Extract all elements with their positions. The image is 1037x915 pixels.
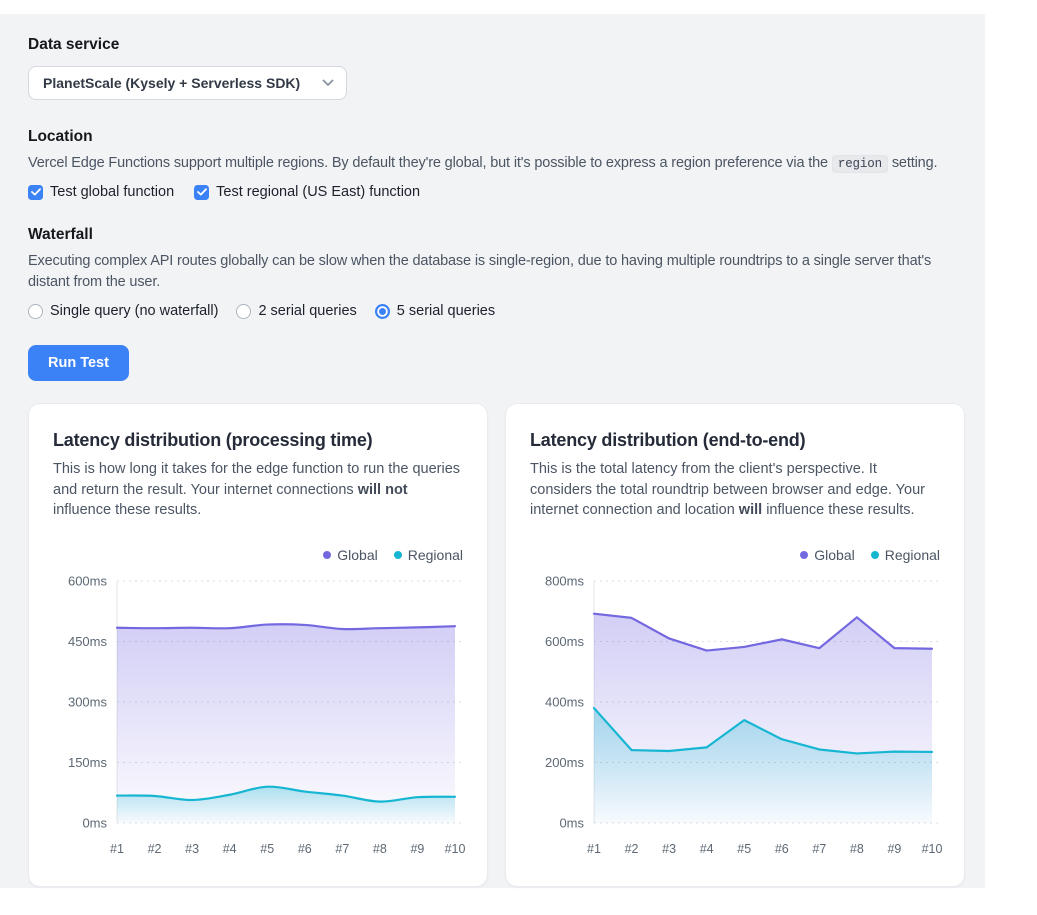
legend-item-global: Global (800, 547, 854, 563)
svg-text:#8: #8 (373, 842, 387, 856)
results-cards: Latency distribution (processing time) T… (28, 403, 957, 887)
processing-time-card: Latency distribution (processing time) T… (28, 403, 488, 887)
svg-text:#8: #8 (850, 842, 864, 856)
region-code-chip: region (832, 155, 888, 173)
legend-item-regional: Regional (871, 547, 940, 563)
svg-text:#7: #7 (335, 842, 349, 856)
end-to-end-chart: 0ms 200ms 400ms 600ms 800ms #1 #2 #3 #4 #5 #6 #7 #8 #… (530, 567, 942, 867)
run-test-button[interactable]: Run Test (28, 345, 129, 381)
svg-text:#4: #4 (700, 842, 714, 856)
waterfall-radio-group: Single query (no waterfall) 2 serial que… (28, 303, 957, 319)
svg-text:200ms: 200ms (545, 755, 585, 770)
svg-text:#6: #6 (298, 842, 312, 856)
svg-text:#5: #5 (737, 842, 751, 856)
svg-text:300ms: 300ms (68, 694, 108, 709)
svg-text:#1: #1 (587, 842, 601, 856)
location-description: Vercel Edge Functions support multiple r… (28, 153, 957, 174)
svg-text:#2: #2 (148, 842, 162, 856)
latency-test-panel: Data service PlanetScale (Kysely + Serve… (0, 14, 985, 888)
radio-icon (28, 304, 43, 319)
chart-legend: Global Regional (530, 547, 940, 563)
svg-text:#5: #5 (260, 842, 274, 856)
svg-text:#1: #1 (110, 842, 124, 856)
radio-label: 5 serial queries (397, 303, 495, 319)
svg-text:#6: #6 (775, 842, 789, 856)
location-section: Location Vercel Edge Functions support m… (28, 128, 957, 200)
svg-text:#4: #4 (223, 842, 237, 856)
data-service-selected-value: PlanetScale (Kysely + Serverless SDK) (43, 75, 300, 91)
svg-text:800ms: 800ms (545, 573, 585, 588)
checkbox-label: Test regional (US East) function (216, 184, 420, 200)
chevron-down-icon (322, 74, 334, 92)
card-title: Latency distribution (processing time) (53, 430, 463, 451)
svg-text:#3: #3 (185, 842, 199, 856)
svg-text:#7: #7 (812, 842, 826, 856)
radio-icon (236, 304, 251, 319)
checkmark-icon (194, 185, 209, 200)
svg-text:0ms: 0ms (559, 815, 584, 830)
checkbox-test-global-function[interactable]: Test global function (28, 184, 174, 200)
data-service-section: Data service PlanetScale (Kysely + Serve… (28, 36, 957, 128)
waterfall-heading: Waterfall (28, 226, 957, 244)
svg-text:#10: #10 (445, 842, 465, 856)
svg-text:#10: #10 (922, 842, 942, 856)
radio-2-serial-queries[interactable]: 2 serial queries (236, 303, 356, 319)
svg-text:150ms: 150ms (68, 755, 108, 770)
svg-text:400ms: 400ms (545, 694, 585, 709)
waterfall-description: Executing complex API routes globally ca… (28, 251, 957, 293)
radio-5-serial-queries[interactable]: 5 serial queries (375, 303, 495, 319)
chart-legend: Global Regional (53, 547, 463, 563)
radio-selected-icon (375, 304, 390, 319)
svg-text:600ms: 600ms (68, 573, 108, 588)
location-heading: Location (28, 128, 957, 146)
processing-time-chart: 0ms 150ms 300ms 450ms 600ms #1 #2 #3 #4 #5 #6 #7 #8 #… (53, 567, 465, 867)
svg-text:0ms: 0ms (82, 815, 107, 830)
svg-text:600ms: 600ms (545, 634, 585, 649)
data-service-heading: Data service (28, 36, 957, 54)
regional-series-dot-icon (871, 551, 879, 559)
radio-label: 2 serial queries (258, 303, 356, 319)
checkmark-icon (28, 185, 43, 200)
svg-text:#2: #2 (625, 842, 639, 856)
svg-text:#3: #3 (662, 842, 676, 856)
card-description: This is the total latency from the clien… (530, 459, 940, 521)
global-series-dot-icon (800, 551, 808, 559)
card-title: Latency distribution (end-to-end) (530, 430, 940, 451)
checkbox-label: Test global function (50, 184, 174, 200)
data-service-select[interactable]: PlanetScale (Kysely + Serverless SDK) (28, 66, 347, 100)
radio-label: Single query (no waterfall) (50, 303, 218, 319)
svg-text:#9: #9 (410, 842, 424, 856)
location-checkbox-group: Test global function Test regional (US E… (28, 184, 957, 200)
svg-text:450ms: 450ms (68, 634, 108, 649)
checkbox-test-regional-function[interactable]: Test regional (US East) function (194, 184, 420, 200)
global-series-dot-icon (323, 551, 331, 559)
radio-single-query[interactable]: Single query (no waterfall) (28, 303, 218, 319)
svg-text:#9: #9 (887, 842, 901, 856)
end-to-end-card: Latency distribution (end-to-end) This i… (505, 403, 965, 887)
waterfall-section: Waterfall Executing complex API routes g… (28, 226, 957, 319)
regional-series-dot-icon (394, 551, 402, 559)
legend-item-global: Global (323, 547, 377, 563)
card-description: This is how long it takes for the edge f… (53, 459, 463, 521)
legend-item-regional: Regional (394, 547, 463, 563)
